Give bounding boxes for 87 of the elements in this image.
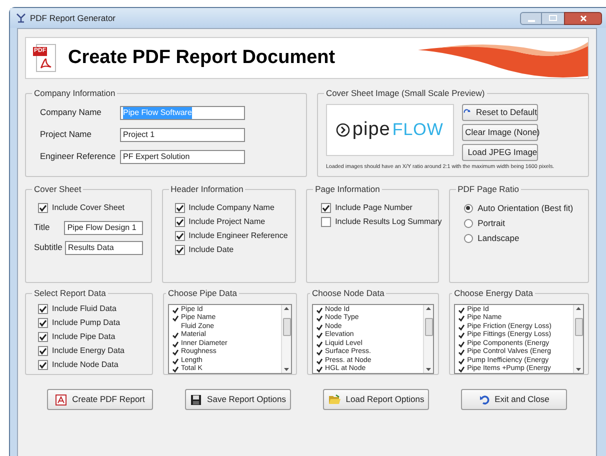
undo-arrow-icon	[478, 394, 490, 405]
push-button[interactable]: Load JPEG Image	[462, 144, 538, 161]
text-field[interactable]: Pipe Flow Design 1	[64, 220, 143, 235]
checkbox[interactable]	[321, 216, 332, 227]
checkbox-label: Include Cover Sheet	[52, 202, 124, 214]
field-label: Company Name	[40, 106, 102, 120]
checkbox[interactable]	[38, 346, 48, 356]
checkbox-label: Include Pump Data	[52, 316, 120, 329]
checkbox[interactable]	[174, 230, 185, 241]
text-field[interactable]: Results Data	[65, 240, 143, 255]
radio-button[interactable]	[464, 204, 473, 213]
checkbox-label: Include Fluid Data	[52, 302, 116, 315]
group-title: Choose Energy Data	[453, 287, 534, 300]
group-title: Page Information	[314, 183, 381, 196]
field-value: Results Data	[68, 242, 114, 254]
radio-button[interactable]	[464, 218, 473, 228]
radio-label: Portrait	[478, 216, 505, 230]
scroll-down-arrow-icon[interactable]	[284, 368, 290, 371]
checkbox[interactable]	[174, 216, 185, 227]
scroll-down-arrow-icon[interactable]	[576, 368, 581, 371]
field-label: Engineer Reference	[40, 150, 117, 164]
field-value: Pipe Flow Software	[123, 106, 192, 119]
checkbox[interactable]	[38, 202, 48, 213]
field-value: Pipe Flow Design 1	[67, 222, 136, 234]
chevron-circle-icon	[336, 122, 350, 137]
push-button[interactable]: Reset to Default	[462, 104, 538, 121]
scroll-up-arrow-icon[interactable]	[426, 306, 432, 310]
field-value: Project 1	[123, 128, 155, 141]
checkbox[interactable]	[174, 244, 185, 255]
group-title: Company Information	[33, 87, 116, 100]
acrobat-swirl-icon	[39, 56, 53, 70]
push-button[interactable]: Save Report Options	[185, 389, 291, 410]
field-label: Subtitle	[34, 241, 62, 254]
scrollbar[interactable]	[423, 304, 434, 373]
group-title: Cover Sheet Image (Small Scale Preview)	[324, 87, 486, 100]
push-button[interactable]: Load Report Options	[323, 389, 429, 410]
radio-button[interactable]	[464, 234, 473, 243]
checkbox-label: Include Energy Data	[52, 344, 124, 357]
group-title: PDF Page Ratio	[456, 183, 520, 196]
checkbox-label: Include Company Name	[188, 202, 274, 214]
field-label: Project Name	[40, 128, 92, 142]
scrollbar[interactable]	[281, 304, 292, 373]
close-icon	[580, 14, 586, 22]
window-title: PDF Report Generator	[30, 12, 116, 24]
checkbox[interactable]	[38, 332, 48, 342]
field-label: Title	[34, 221, 51, 234]
folder-icon	[328, 394, 341, 405]
push-button[interactable]: Exit and Close	[461, 389, 567, 410]
checkbox[interactable]	[321, 202, 332, 213]
checkbox[interactable]	[38, 304, 48, 314]
scrollbar-thumb[interactable]	[424, 318, 433, 336]
minimize-button[interactable]	[520, 12, 542, 24]
checkbox-label: Include Pipe Data	[52, 330, 116, 343]
close-button[interactable]	[564, 12, 602, 24]
scroll-up-arrow-icon[interactable]	[576, 306, 581, 310]
scrollbar-thumb[interactable]	[282, 318, 291, 336]
checkbox[interactable]	[38, 360, 48, 370]
text-field[interactable]: Project 1	[120, 128, 245, 142]
push-button[interactable]: Create PDF Report	[47, 389, 153, 410]
pdf-icon	[55, 394, 68, 406]
scroll-up-arrow-icon[interactable]	[284, 306, 290, 310]
group-title: Choose Node Data	[311, 287, 386, 300]
radio-label: Landscape	[478, 232, 520, 245]
group-title: Header Information	[170, 183, 244, 196]
text-field[interactable]: PF Expert Solution	[120, 150, 245, 164]
checkbox-label: Include Engineer Reference	[188, 230, 288, 242]
scrollbar[interactable]	[573, 304, 583, 373]
push-button[interactable]: Clear Image (None)	[462, 124, 538, 141]
scrollbar-thumb[interactable]	[574, 318, 582, 336]
logo-text: pipe	[352, 118, 390, 142]
group-title: Select Report Data	[33, 287, 107, 300]
group-title: Cover Sheet	[33, 183, 82, 196]
scroll-down-arrow-icon[interactable]	[426, 368, 432, 371]
logo-text: FLOW	[392, 119, 444, 141]
checkbox[interactable]	[38, 318, 48, 328]
app-icon	[16, 13, 26, 23]
field-value: PF Expert Solution	[123, 150, 190, 163]
banner-title: Create PDF Report Document	[68, 46, 336, 70]
checkbox-label: Include Results Log Summary	[335, 216, 442, 228]
maximize-button[interactable]	[542, 12, 564, 24]
checkbox[interactable]	[174, 202, 185, 213]
checkbox-label: Include Date	[188, 244, 234, 256]
checkbox-label: Include Node Data	[52, 358, 118, 371]
checkbox-label: Include Page Number	[335, 202, 412, 214]
checkbox-label: Include Project Name	[188, 216, 266, 228]
radio-label: Auto Orientation (Best fit)	[478, 202, 574, 215]
group-title: Choose Pipe Data	[167, 287, 238, 300]
